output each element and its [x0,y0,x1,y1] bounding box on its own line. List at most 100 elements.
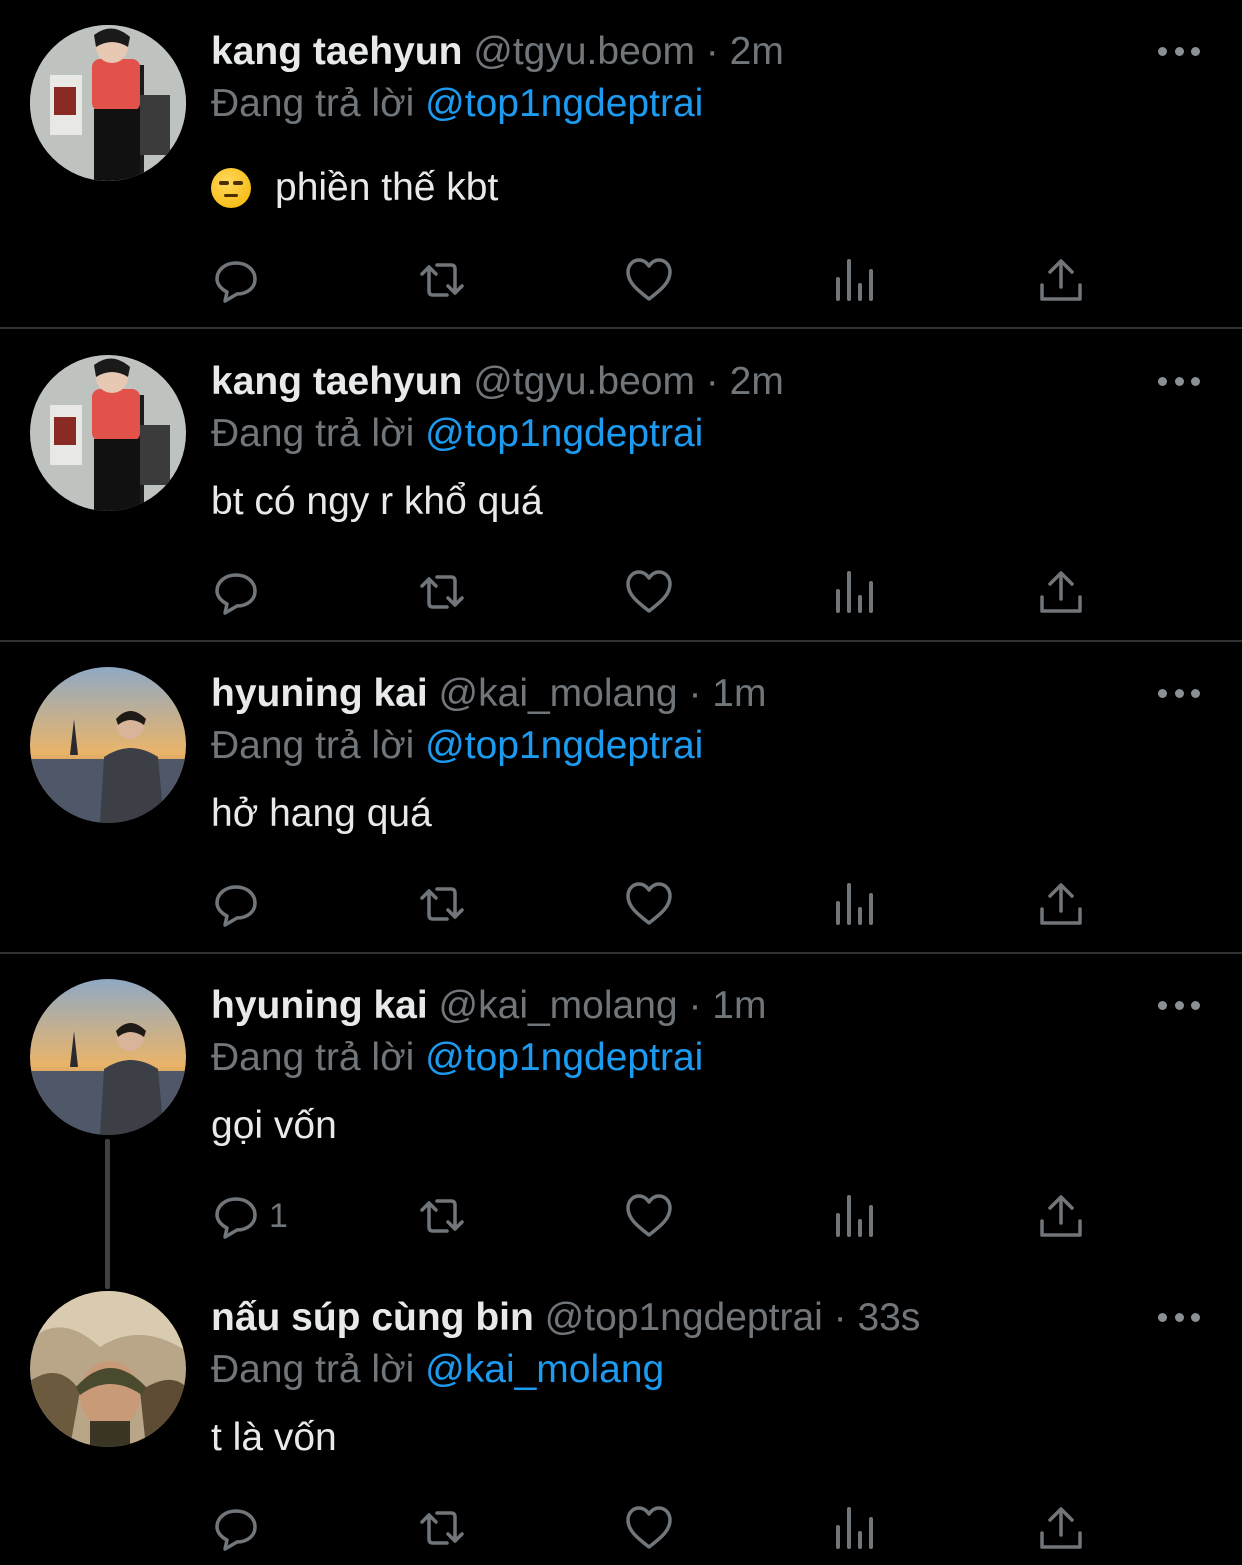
like-icon [626,1194,672,1237]
tweet-text-content: hở hang quá [211,792,432,835]
like-button[interactable] [624,1503,674,1553]
display-name[interactable]: hyuning kai [211,672,428,715]
display-name[interactable]: hyuning kai [211,984,428,1027]
tweet-header: kang taehyun @tgyu.beom · 2m [211,358,784,410]
more-options-button[interactable] [1158,1302,1200,1332]
reply-button[interactable] [211,567,269,617]
display-name[interactable]: nấu súp cùng bin [211,1296,534,1339]
more-icon [1158,1312,1167,1322]
reply-button[interactable] [211,879,269,929]
timeline-feed: kang taehyun @tgyu.beom · 2m Đang trả lờ… [0,0,1242,1565]
tweet[interactable]: kang taehyun @tgyu.beom · 2m Đang trả lờ… [0,0,1242,328]
username[interactable]: @kai_molang [439,984,678,1027]
mention-link[interactable]: @kai_molang [425,1348,664,1391]
timestamp[interactable]: 33s [857,1296,920,1339]
share-button[interactable] [1036,1503,1086,1553]
retweet-button[interactable] [417,879,467,929]
reply-icon [215,885,257,927]
separator-dot: · [705,30,719,73]
retweet-button[interactable] [417,1503,467,1553]
views-icon [836,1195,873,1237]
views-button[interactable] [831,1191,881,1241]
reply-count: 1 [269,1196,288,1235]
retweet-button[interactable] [417,567,467,617]
replying-to: Đang trả lời @top1ngdeptrai [211,1034,703,1082]
display-name[interactable]: kang taehyun [211,360,462,403]
views-icon [836,259,873,301]
more-icon [1158,46,1167,56]
tweet[interactable]: nấu súp cùng bin @top1ngdeptrai · 33s Đa… [0,1266,1242,1565]
action-bar [211,567,1091,617]
views-button[interactable] [831,879,881,929]
tweet-text-content: phiền thế kbt [275,166,499,209]
retweet-button[interactable] [417,255,467,305]
views-button[interactable] [831,1503,881,1553]
action-bar [211,879,1091,929]
avatar-photo [30,355,186,511]
replying-to: Đang trả lời @top1ngdeptrai [211,410,703,458]
tweet-text: gọi vốn [211,1102,337,1150]
tweet-header: hyuning kai @kai_molang · 1m [211,670,766,722]
views-button[interactable] [831,567,881,617]
avatar[interactable] [30,355,186,511]
display-name[interactable]: kang taehyun [211,30,462,73]
reply-button[interactable] [211,255,269,305]
retweet-icon [420,887,464,921]
avatar-photo [30,25,186,181]
like-icon [626,570,672,613]
action-bar [211,1503,1091,1553]
avatar[interactable] [30,25,186,181]
reply-button[interactable]: 1 [211,1191,288,1241]
avatar[interactable] [30,1291,186,1447]
tweet[interactable]: hyuning kai @kai_molang · 1m Đang trả lờ… [0,954,1242,1289]
separator-dot: · [833,1296,847,1339]
more-options-button[interactable] [1158,990,1200,1020]
share-button[interactable] [1036,1191,1086,1241]
mention-link[interactable]: @top1ngdeptrai [425,82,703,125]
reply-button[interactable] [211,1503,269,1553]
avatar[interactable] [30,667,186,823]
username[interactable]: @tgyu.beom [473,360,695,403]
more-icon [1158,1000,1167,1010]
mention-link[interactable]: @top1ngdeptrai [425,412,703,455]
mention-link[interactable]: @top1ngdeptrai [425,724,703,767]
timestamp[interactable]: 2m [730,360,784,403]
more-icon [1158,376,1167,386]
views-button[interactable] [831,255,881,305]
reply-icon [215,573,257,615]
avatar-photo [30,1291,186,1447]
share-button[interactable] [1036,567,1086,617]
timestamp[interactable]: 1m [712,672,766,715]
like-button[interactable] [624,255,674,305]
share-icon [1040,259,1082,301]
tweet[interactable]: hyuning kai @kai_molang · 1m Đang trả lờ… [0,642,1242,952]
like-button[interactable] [624,1191,674,1241]
timestamp[interactable]: 2m [730,30,784,73]
replying-to: Đang trả lời @top1ngdeptrai [211,80,703,128]
more-options-button[interactable] [1158,678,1200,708]
like-button[interactable] [624,567,674,617]
views-icon [836,571,873,613]
username[interactable]: @kai_molang [439,672,678,715]
username[interactable]: @top1ngdeptrai [545,1296,823,1339]
tweet-text-content: bt có ngy r khổ quá [211,480,543,523]
more-options-button[interactable] [1158,36,1200,66]
replying-to-label: Đang trả lời [211,724,415,767]
like-icon [626,258,672,301]
share-button[interactable] [1036,879,1086,929]
separator-dot: · [705,360,719,403]
tweet[interactable]: kang taehyun @tgyu.beom · 2m Đang trả lờ… [0,330,1242,640]
more-options-button[interactable] [1158,366,1200,396]
retweet-button[interactable] [417,1191,467,1241]
tweet-header: kang taehyun @tgyu.beom · 2m [211,28,784,80]
reply-icon [215,1197,257,1239]
username[interactable]: @tgyu.beom [473,30,695,73]
tweet-header: hyuning kai @kai_molang · 1m [211,982,766,1034]
timestamp[interactable]: 1m [712,984,766,1027]
like-button[interactable] [624,879,674,929]
tweet-divider [0,327,1242,329]
avatar[interactable] [30,979,186,1135]
mention-link[interactable]: @top1ngdeptrai [425,1036,703,1079]
tweet-text: hở hang quá [211,790,432,838]
share-button[interactable] [1036,255,1086,305]
